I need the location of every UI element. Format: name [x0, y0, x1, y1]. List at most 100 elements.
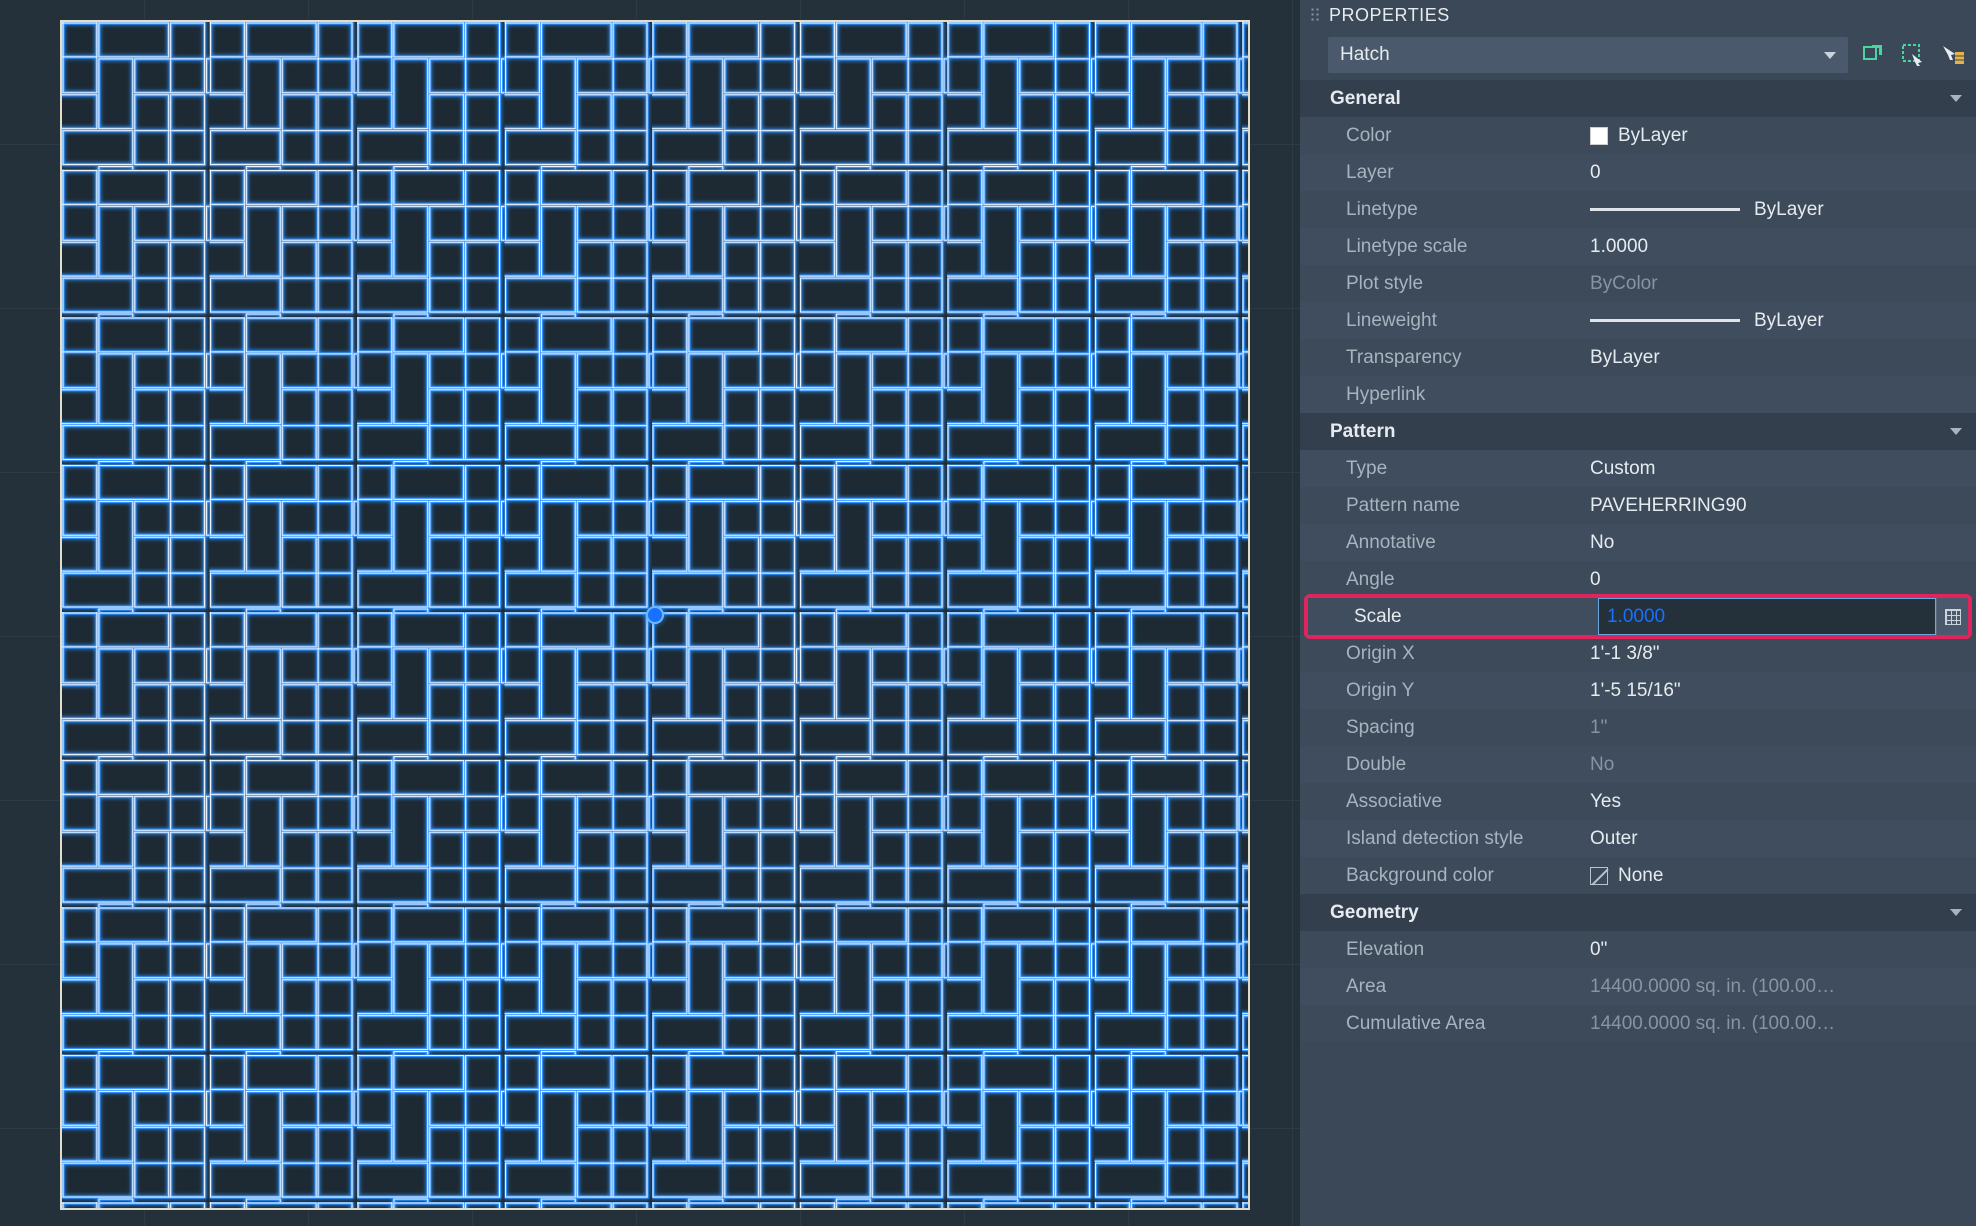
row-annotative[interactable]: Annotative No	[1300, 524, 1976, 561]
value-bg-color[interactable]: None	[1590, 857, 1976, 894]
label-transparency: Transparency	[1300, 339, 1590, 376]
label-area: Area	[1300, 968, 1590, 1005]
label-bg-color: Background color	[1300, 857, 1590, 894]
value-annotative[interactable]: No	[1590, 524, 1976, 561]
none-swatch-icon	[1590, 867, 1608, 885]
drawing-viewport[interactable]	[0, 0, 1300, 1226]
properties-panel: PROPERTIES Hatch General Color	[1300, 0, 1976, 1226]
value-type[interactable]: Custom	[1590, 450, 1976, 487]
row-transparency[interactable]: Transparency ByLayer	[1300, 339, 1976, 376]
value-hyperlink[interactable]	[1590, 376, 1976, 413]
row-linetype[interactable]: Linetype ByLayer	[1300, 191, 1976, 228]
label-plot-style: Plot style	[1300, 265, 1590, 302]
drag-handle-icon[interactable]	[1310, 7, 1319, 23]
value-color[interactable]: ByLayer	[1590, 117, 1976, 154]
label-hyperlink: Hyperlink	[1300, 376, 1590, 413]
row-lineweight[interactable]: Lineweight ByLayer	[1300, 302, 1976, 339]
value-area: 14400.0000 sq. in. (100.00…	[1590, 968, 1976, 1005]
label-layer: Layer	[1300, 154, 1590, 191]
section-title: General	[1330, 88, 1401, 110]
panel-title-bar[interactable]: PROPERTIES	[1300, 0, 1976, 30]
row-elevation[interactable]: Elevation 0"	[1300, 931, 1976, 968]
label-type: Type	[1300, 450, 1590, 487]
panel-title: PROPERTIES	[1329, 5, 1450, 26]
label-island: Island detection style	[1300, 820, 1590, 857]
label-origin-y: Origin Y	[1300, 672, 1590, 709]
quickcalc-button[interactable]	[1936, 598, 1968, 635]
label-cum-area: Cumulative Area	[1300, 1005, 1590, 1042]
row-spacing[interactable]: Spacing 1"	[1300, 709, 1976, 746]
row-cum-area[interactable]: Cumulative Area 14400.0000 sq. in. (100.…	[1300, 1005, 1976, 1042]
object-type-row: Hatch	[1300, 30, 1976, 80]
section-header-pattern[interactable]: Pattern	[1300, 413, 1976, 450]
value-island[interactable]: Outer	[1590, 820, 1976, 857]
row-type[interactable]: Type Custom	[1300, 450, 1976, 487]
scale-input[interactable]	[1598, 598, 1936, 635]
label-angle: Angle	[1300, 561, 1590, 598]
value-spacing: 1"	[1590, 709, 1976, 746]
object-type-value: Hatch	[1340, 44, 1390, 66]
value-associative[interactable]: Yes	[1590, 783, 1976, 820]
object-type-select[interactable]: Hatch	[1328, 37, 1848, 73]
row-linetype-scale[interactable]: Linetype scale 1.0000	[1300, 228, 1976, 265]
value-pattern-name[interactable]: PAVEHERRING90	[1590, 487, 1976, 524]
value-lineweight[interactable]: ByLayer	[1590, 302, 1976, 339]
value-transparency[interactable]: ByLayer	[1590, 339, 1976, 376]
value-linetype-scale[interactable]: 1.0000	[1590, 228, 1976, 265]
value-linetype[interactable]: ByLayer	[1590, 191, 1976, 228]
chevron-down-icon	[1824, 52, 1836, 59]
label-annotative: Annotative	[1300, 524, 1590, 561]
row-origin-x[interactable]: Origin X 1'-1 3/8"	[1300, 635, 1976, 672]
hatch-grip[interactable]	[646, 606, 664, 624]
section-title: Pattern	[1330, 421, 1395, 443]
label-linetype-scale: Linetype scale	[1300, 228, 1590, 265]
label-scale: Scale	[1308, 598, 1598, 635]
value-layer[interactable]: 0	[1590, 154, 1976, 191]
value-double: No	[1590, 746, 1976, 783]
label-linetype: Linetype	[1300, 191, 1590, 228]
sections: General Color ByLayer Layer 0 Linetype B…	[1300, 80, 1976, 1226]
color-swatch-icon	[1590, 127, 1608, 145]
row-scale[interactable]: Scale	[1308, 598, 1968, 635]
chevron-down-icon	[1950, 428, 1962, 435]
section-title: Geometry	[1330, 902, 1419, 924]
row-color[interactable]: Color ByLayer	[1300, 117, 1976, 154]
value-origin-x[interactable]: 1'-1 3/8"	[1590, 635, 1976, 672]
label-origin-x: Origin X	[1300, 635, 1590, 672]
row-island[interactable]: Island detection style Outer	[1300, 820, 1976, 857]
value-plot-style: ByColor	[1590, 265, 1976, 302]
value-origin-y[interactable]: 1'-5 15/16"	[1590, 672, 1976, 709]
value-elevation[interactable]: 0"	[1590, 931, 1976, 968]
value-cum-area: 14400.0000 sq. in. (100.00…	[1590, 1005, 1976, 1042]
label-spacing: Spacing	[1300, 709, 1590, 746]
row-layer[interactable]: Layer 0	[1300, 154, 1976, 191]
label-double: Double	[1300, 746, 1590, 783]
lineweight-sample-icon	[1590, 319, 1740, 322]
value-angle[interactable]: 0	[1590, 561, 1976, 598]
row-plot-style[interactable]: Plot style ByColor	[1300, 265, 1976, 302]
label-associative: Associative	[1300, 783, 1590, 820]
section-header-geometry[interactable]: Geometry	[1300, 894, 1976, 931]
scale-field[interactable]	[1598, 598, 1968, 635]
row-angle[interactable]: Angle 0	[1300, 561, 1976, 598]
scale-highlight: Scale	[1304, 594, 1972, 639]
toggle-pick-icon[interactable]	[1860, 42, 1886, 68]
row-associative[interactable]: Associative Yes	[1300, 783, 1976, 820]
hatch-boundary[interactable]	[60, 20, 1250, 1210]
label-lineweight: Lineweight	[1300, 302, 1590, 339]
chevron-down-icon	[1950, 909, 1962, 916]
row-pattern-name[interactable]: Pattern name PAVEHERRING90	[1300, 487, 1976, 524]
row-area[interactable]: Area 14400.0000 sq. in. (100.00…	[1300, 968, 1976, 1005]
row-origin-y[interactable]: Origin Y 1'-5 15/16"	[1300, 672, 1976, 709]
calculator-icon	[1945, 609, 1961, 625]
row-hyperlink[interactable]: Hyperlink	[1300, 376, 1976, 413]
row-bg-color[interactable]: Background color None	[1300, 857, 1976, 894]
label-color: Color	[1300, 117, 1590, 154]
row-double[interactable]: Double No	[1300, 746, 1976, 783]
quick-select-icon[interactable]	[1900, 42, 1926, 68]
linetype-sample-icon	[1590, 208, 1740, 211]
label-elevation: Elevation	[1300, 931, 1590, 968]
prop-picker-icon[interactable]	[1940, 42, 1966, 68]
label-pattern-name: Pattern name	[1300, 487, 1590, 524]
section-header-general[interactable]: General	[1300, 80, 1976, 117]
